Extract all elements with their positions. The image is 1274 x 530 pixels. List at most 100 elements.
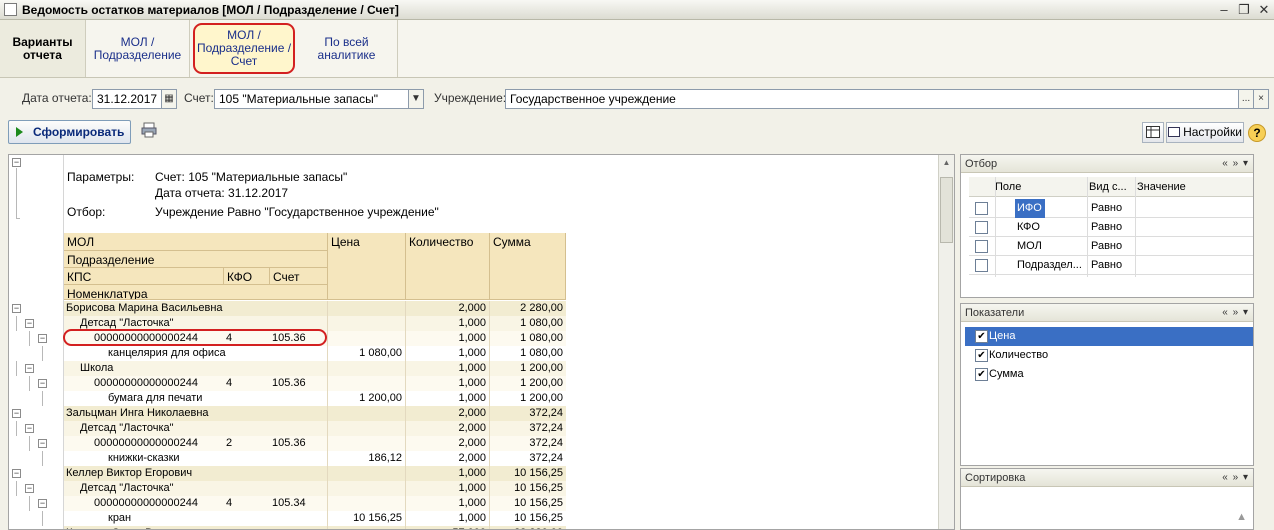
- filter-row[interactable]: ИФО Равно: [969, 199, 1253, 218]
- filter-checkbox[interactable]: [975, 240, 988, 253]
- org-input[interactable]: Государственное учреждение: [505, 89, 1239, 109]
- generate-button[interactable]: Сформировать: [8, 120, 131, 144]
- collapse-icon[interactable]: −: [25, 364, 34, 373]
- tab-report-variants[interactable]: Варианты отчета: [0, 20, 86, 77]
- collapse-icon[interactable]: −: [25, 424, 34, 433]
- account-select[interactable]: 105 "Материальные запасы": [214, 89, 409, 109]
- table-row[interactable]: кран 10 156,25 1,000 10 156,25: [64, 511, 566, 526]
- date-input[interactable]: 31.12.2017: [92, 89, 162, 109]
- collapse-icon[interactable]: −: [12, 158, 21, 167]
- indicators-panel-nav[interactable]: « » ▾: [1222, 304, 1249, 322]
- params-label: Параметры:: [67, 170, 135, 184]
- filter-row[interactable]: Подраздел... Равно: [969, 256, 1253, 275]
- collapse-icon[interactable]: −: [12, 469, 21, 478]
- column-separator: [489, 466, 490, 481]
- table-row[interactable]: Борисова Марина Васильевна 2,000 2 280,00: [64, 301, 566, 316]
- select-dots-button[interactable]: ...: [1238, 89, 1254, 109]
- filter-field: КФО: [1017, 221, 1040, 233]
- tab-mol-subdivision[interactable]: МОЛ / Подразделение: [86, 20, 190, 77]
- table-row[interactable]: книжки-сказки 186,12 2,000 372,24: [64, 451, 566, 466]
- table-row[interactable]: 00000000000000244 4 105.34 1,000 10 156,25: [64, 496, 566, 511]
- cell-name: 00000000000000244: [94, 437, 199, 449]
- sort-panel-nav[interactable]: « » ▾: [1222, 469, 1249, 487]
- column-separator: [489, 436, 490, 451]
- collapse-icon[interactable]: −: [38, 499, 47, 508]
- column-separator: [327, 451, 328, 466]
- tree-line: [16, 316, 17, 331]
- collapse-icon[interactable]: −: [38, 379, 47, 388]
- filter-panel-nav[interactable]: « » ▾: [1222, 155, 1249, 173]
- restore-icon[interactable]: ❐: [1236, 2, 1252, 17]
- column-separator: [327, 346, 328, 361]
- cell-qty: 1,000: [458, 362, 486, 374]
- report-scrollbar[interactable]: ▲: [938, 155, 954, 529]
- table-row[interactable]: 00000000000000244 2 105.36 2,000 372,24: [64, 436, 566, 451]
- indicator-checkbox[interactable]: ✔: [975, 349, 988, 362]
- chevron-down-icon[interactable]: ▼: [408, 89, 424, 109]
- column-separator: [489, 406, 490, 421]
- header-account: Счет: [270, 268, 328, 285]
- table-row[interactable]: Зальцман Инга Николаевна 2,000 372,24: [64, 406, 566, 421]
- scroll-up-icon[interactable]: ▲: [1236, 511, 1247, 523]
- header-kps: КПС: [64, 268, 224, 285]
- table-row[interactable]: Детсад "Ласточка" 1,000 10 156,25: [64, 481, 566, 496]
- indicator-checkbox[interactable]: ✔: [975, 330, 988, 343]
- table-view-icon[interactable]: [1142, 122, 1164, 143]
- cell-qty: 1,000: [458, 332, 486, 344]
- filter-checkbox[interactable]: [975, 202, 988, 215]
- cell-name: Колчина Ольга Вадимовна: [66, 526, 328, 529]
- column-separator: [405, 391, 406, 406]
- cell-sum: 1 200,00: [520, 377, 563, 389]
- help-icon[interactable]: ?: [1248, 124, 1266, 142]
- cell-sum: 372,24: [529, 437, 563, 449]
- scroll-up-icon[interactable]: ▲: [939, 155, 954, 171]
- filter-checkbox[interactable]: [975, 221, 988, 234]
- column-separator: [327, 391, 328, 406]
- filter-row[interactable]: КФО Равно: [969, 218, 1253, 237]
- close-icon[interactable]: ✕: [1256, 2, 1272, 17]
- indicator-item[interactable]: ✔ Цена: [965, 327, 1253, 346]
- filter-kind: Равно: [1091, 259, 1123, 271]
- collapse-icon[interactable]: −: [38, 334, 47, 343]
- header-price: Цена: [328, 233, 406, 300]
- indicator-item[interactable]: ✔ Количество: [965, 346, 1253, 365]
- report-spreadsheet[interactable]: − Параметры: Счет: 105 "Материальные зап…: [8, 154, 955, 530]
- sort-panel-header: Сортировка « » ▾: [961, 469, 1253, 487]
- table-row[interactable]: канцелярия для офиса 1 080,00 1,000 1 080,0…: [64, 346, 566, 361]
- collapse-icon[interactable]: −: [12, 409, 21, 418]
- table-row[interactable]: Колчина Ольга Вадимовна 57,000 28 280,00: [64, 526, 566, 529]
- minimize-icon[interactable]: –: [1216, 2, 1232, 17]
- filter-label: Отбор:: [67, 205, 106, 219]
- print-icon[interactable]: [140, 122, 158, 143]
- collapse-icon[interactable]: −: [25, 319, 34, 328]
- collapse-icon[interactable]: −: [12, 304, 21, 313]
- org-label: Учреждение:: [434, 91, 507, 105]
- indicator-checkbox[interactable]: ✔: [975, 368, 988, 381]
- indicator-item[interactable]: ✔ Сумма: [965, 365, 1253, 384]
- filter-table-header: Поле Вид с... Значение: [969, 177, 1253, 197]
- params-account: Счет: 105 "Материальные запасы": [155, 170, 348, 184]
- params-date: Дата отчета: 31.12.2017: [155, 186, 289, 200]
- filter-row[interactable]: МОЛ Равно: [969, 237, 1253, 256]
- settings-button[interactable]: Настройки: [1166, 122, 1244, 143]
- table-row[interactable]: Школа 1,000 1 200,00: [64, 361, 566, 376]
- collapse-icon[interactable]: −: [25, 484, 34, 493]
- clear-icon[interactable]: ×: [1253, 89, 1269, 109]
- table-row[interactable]: Келлер Виктор Егорович 1,000 10 156,25: [64, 466, 566, 481]
- tab-full-analytics[interactable]: По всей аналитике: [296, 20, 398, 77]
- filter-checkbox[interactable]: [975, 259, 988, 272]
- table-row[interactable]: Детсад "Ласточка" 2,000 372,24: [64, 421, 566, 436]
- indicator-label: Сумма: [989, 368, 1024, 380]
- scroll-thumb[interactable]: [940, 177, 953, 243]
- window-title: Ведомость остатков материалов [МОЛ / Под…: [22, 3, 399, 17]
- cell-qty: 2,000: [458, 437, 486, 449]
- column-separator: [489, 376, 490, 391]
- tab-mol-subdivision-account[interactable]: МОЛ / Подразделение / Счет: [193, 23, 295, 74]
- calendar-icon[interactable]: ▦: [161, 89, 177, 109]
- table-row[interactable]: бумага для печати 1 200,00 1,000 1 200,00: [64, 391, 566, 406]
- filter-kind: Равно: [1091, 202, 1123, 214]
- table-row[interactable]: 00000000000000244 4 105.36 1,000 1 200,00: [64, 376, 566, 391]
- generate-label: Сформировать: [33, 125, 125, 139]
- collapse-icon[interactable]: −: [38, 439, 47, 448]
- tree-line: [42, 346, 43, 361]
